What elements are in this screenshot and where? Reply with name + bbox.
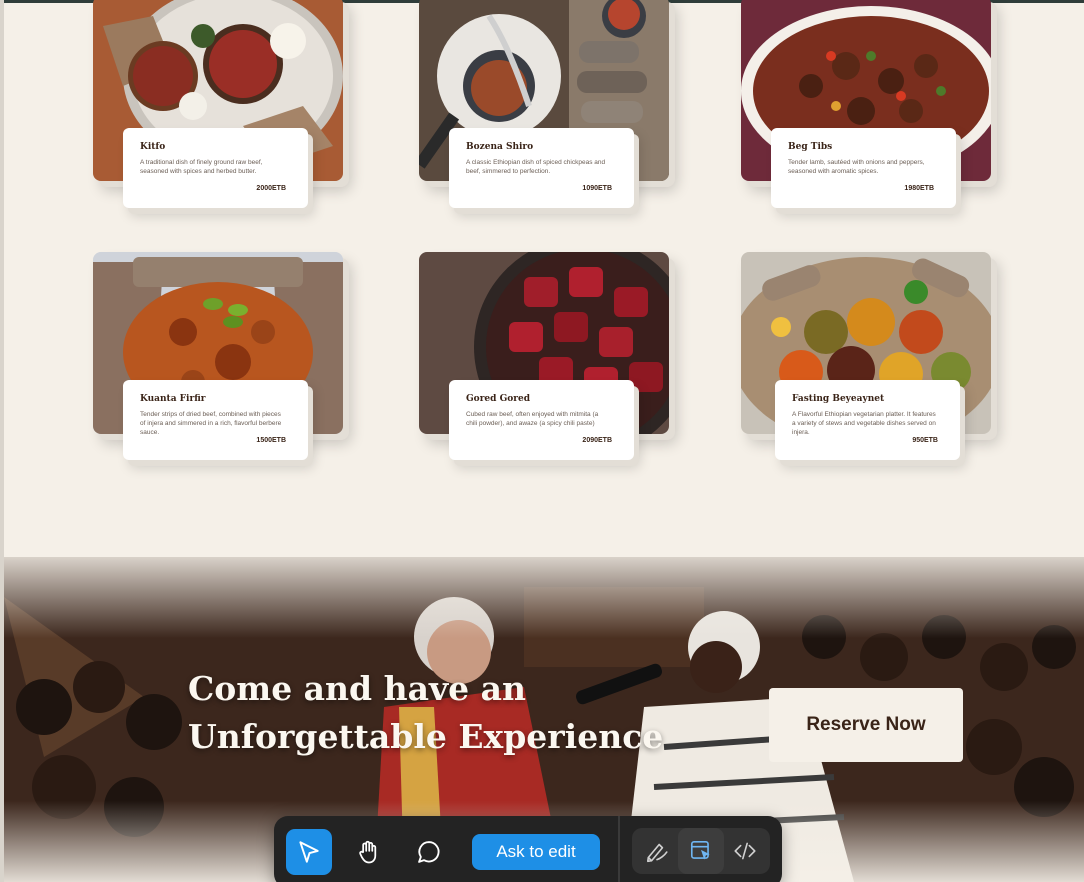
select-pointer-icon	[299, 841, 319, 863]
select-pointer-button[interactable]	[286, 829, 332, 875]
dish-info-card: Kitfo A traditional dish of finely groun…	[123, 128, 308, 208]
toolbar-mode-group	[632, 828, 770, 874]
banner-headline: Come and have an Unforgettable Experienc…	[188, 665, 688, 761]
dish-price: 950ETB	[912, 437, 938, 444]
dish-info-card: Gored Gored Cubed raw beef, often enjoye…	[449, 380, 634, 460]
code-view-button[interactable]	[722, 828, 768, 874]
dish-info-card: Beg Tibs Tender lamb, sautéed with onion…	[771, 128, 956, 208]
menu-card-kitfo[interactable]: Kitfo A traditional dish of finely groun…	[93, 0, 353, 230]
dish-description: Tender strips of dried beef, combined wi…	[140, 411, 282, 436]
hand-pan-button[interactable]	[346, 829, 392, 875]
dish-description: A classic Ethiopian dish of spiced chick…	[466, 159, 606, 175]
dish-price: 1500ETB	[256, 437, 286, 444]
dish-description: Tender lamb, sautéed with onions and pep…	[788, 159, 925, 175]
dish-name: Fasting Beyeaynet	[792, 394, 885, 404]
inspect-element-button[interactable]	[678, 828, 724, 874]
menu-card-kuanta-firfir[interactable]: Kuanta Firfir Tender strips of dried bee…	[93, 252, 353, 482]
menu-card-beg-tibs[interactable]: Beg Tibs Tender lamb, sautéed with onion…	[741, 0, 1001, 230]
comment-bubble-icon	[418, 841, 440, 863]
dish-info-card: Fasting Beyeaynet A Flavorful Ethiopian …	[775, 380, 960, 460]
dish-info-card: Kuanta Firfir Tender strips of dried bee…	[123, 380, 308, 460]
dish-name: Gored Gored	[466, 394, 531, 404]
menu-card-gored-gored[interactable]: Gored Gored Cubed raw beef, often enjoye…	[419, 252, 679, 482]
dish-name: Beg Tibs	[788, 142, 833, 152]
dish-description: A traditional dish of finely ground raw …	[140, 159, 263, 175]
dish-price: 1090ETB	[582, 185, 612, 192]
headline-line-2: Unforgettable Experience	[188, 717, 664, 756]
ask-to-edit-button[interactable]: Ask to edit	[472, 834, 600, 870]
menu-card-bozena-shiro[interactable]: Bozena Shiro A classic Ethiopian dish of…	[419, 0, 679, 230]
dish-description: A Flavorful Ethiopian vegetarian platter…	[792, 411, 936, 436]
dish-description: Cubed raw beef, often enjoyed with mitmi…	[466, 411, 599, 427]
dish-price: 1980ETB	[904, 185, 934, 192]
dish-price: 2000ETB	[256, 185, 286, 192]
dish-name: Kitfo	[140, 142, 166, 152]
menu-card-fasting-beyeaynet[interactable]: Fasting Beyeaynet A Flavorful Ethiopian …	[741, 252, 1001, 482]
hand-pan-icon	[359, 840, 377, 864]
dish-price: 2090ETB	[582, 437, 612, 444]
draw-pen-icon	[646, 843, 668, 863]
editor-toolbar: Ask to edit	[274, 816, 782, 882]
draw-button[interactable]	[634, 828, 680, 874]
inspect-element-icon	[690, 840, 710, 860]
headline-line-1: Come and have an	[188, 669, 527, 708]
reserve-now-button[interactable]: Reserve Now	[769, 688, 963, 762]
dish-info-card: Bozena Shiro A classic Ethiopian dish of…	[449, 128, 634, 208]
toolbar-divider	[618, 816, 620, 882]
dish-name: Kuanta Firfir	[140, 394, 206, 404]
comment-button[interactable]	[406, 829, 452, 875]
dish-name: Bozena Shiro	[466, 142, 534, 152]
code-brackets-icon	[734, 842, 756, 860]
